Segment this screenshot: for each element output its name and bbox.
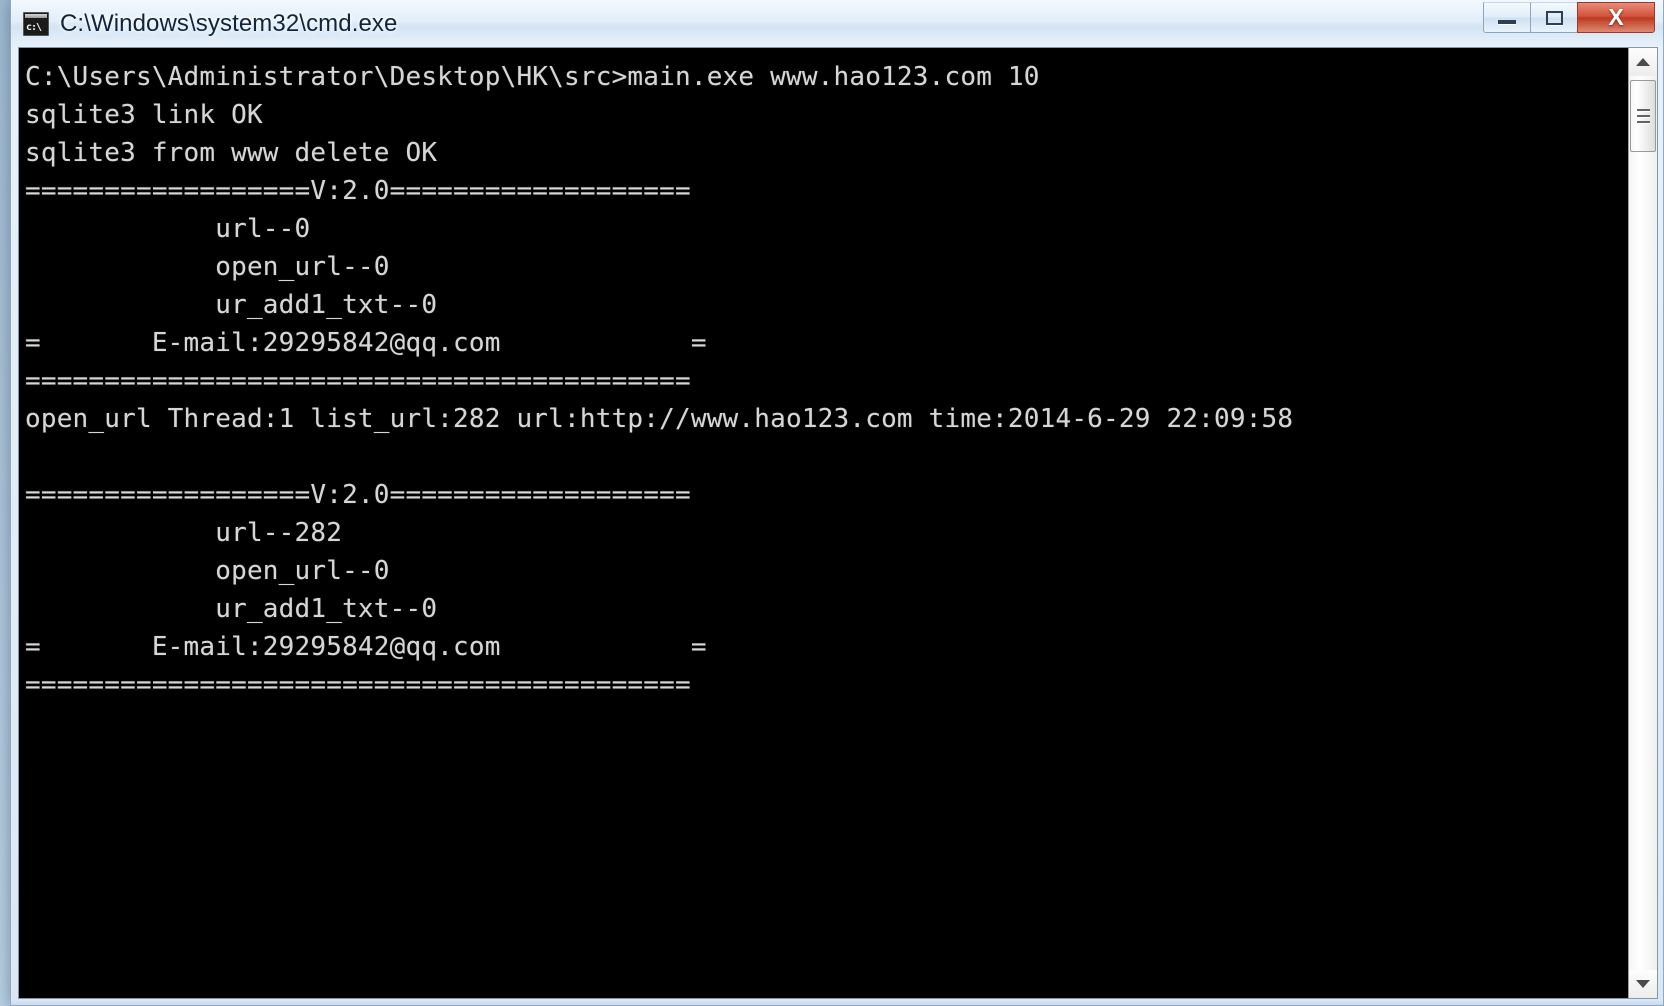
scroll-thumb-grip-icon (1636, 121, 1650, 123)
close-icon: X (1608, 4, 1624, 30)
cmd-icon[interactable]: c:\ (23, 11, 49, 36)
minimize-button[interactable] (1483, 2, 1531, 33)
scroll-up-arrow-icon (1636, 58, 1650, 66)
console-client-area: C:\Users\Administrator\Desktop\HK\src>ma… (18, 47, 1658, 999)
close-button[interactable]: X (1577, 2, 1655, 33)
minimize-icon (1498, 20, 1516, 24)
cmd-icon-glyph: c:\ (26, 21, 42, 33)
scroll-up-button[interactable] (1629, 48, 1657, 76)
vertical-scrollbar[interactable] (1628, 48, 1657, 998)
window-bottom-edge (11, 999, 1663, 1005)
window-title: C:\Windows\system32\cmd.exe (60, 9, 398, 37)
scroll-down-button[interactable] (1629, 970, 1657, 998)
maximize-button[interactable] (1530, 2, 1578, 33)
maximize-icon (1545, 10, 1563, 25)
title-bar[interactable]: c:\ C:\Windows\system32\cmd.exe X (11, 0, 1663, 47)
scroll-down-arrow-icon (1636, 980, 1650, 988)
scroll-thumb-grip-icon (1636, 115, 1650, 117)
scroll-thumb-grip-icon (1636, 109, 1650, 111)
console-output-area[interactable]: C:\Users\Administrator\Desktop\HK\src>ma… (19, 48, 1628, 998)
scroll-thumb[interactable] (1630, 80, 1656, 152)
cmd-window: c:\ C:\Windows\system32\cmd.exe X C:\Use… (10, 0, 1664, 1006)
console-text: C:\Users\Administrator\Desktop\HK\src>ma… (25, 62, 1294, 700)
window-controls: X (1483, 2, 1655, 33)
